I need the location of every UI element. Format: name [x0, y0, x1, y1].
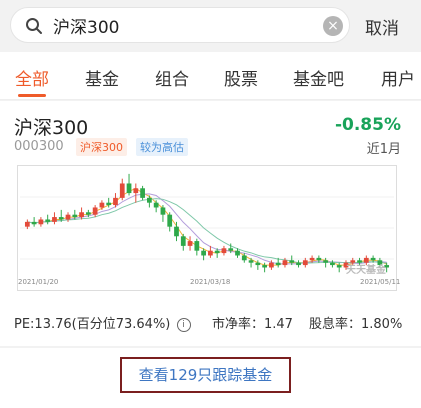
candle-body — [201, 250, 206, 256]
candle-body — [221, 248, 227, 254]
candle-body — [180, 236, 186, 246]
cancel-button[interactable]: 取消 — [365, 14, 399, 39]
candlestick-chart — [17, 165, 397, 291]
candle-body — [316, 257, 322, 261]
x-tick-start: 2021/01/20 — [18, 278, 59, 286]
candle-body — [38, 219, 44, 225]
candle-body — [208, 250, 213, 256]
x-tick-end: 2021/05/11 — [360, 278, 401, 286]
candle-body — [106, 202, 112, 206]
candle-body — [241, 255, 247, 261]
moving-average-line — [27, 187, 387, 266]
pe-stat: PE:13.76(百分位73.64%) i — [14, 313, 191, 332]
pb-stat: 市净率：1.47 — [212, 317, 293, 332]
tab-all[interactable]: 全部 — [15, 65, 49, 90]
info-icon[interactable]: i — [176, 317, 191, 332]
tab-fund-forum[interactable]: 基金吧 — [293, 65, 344, 90]
candle-body — [99, 202, 105, 208]
candle-body — [289, 260, 295, 263]
candle-body — [140, 188, 145, 198]
view-tracking-funds-link[interactable]: 查看129只跟踪基金 — [120, 357, 291, 393]
tab-users[interactable]: 用户 — [381, 65, 415, 90]
candle-body — [85, 212, 91, 215]
x-tick-mid: 2021/03/18 — [190, 278, 231, 286]
search-bar: × 取消 — [0, 0, 421, 52]
candle-body — [31, 221, 37, 225]
candle-body — [174, 226, 179, 237]
candle-body — [153, 202, 159, 208]
search-icon — [26, 18, 42, 34]
candle-body — [336, 265, 342, 268]
candle-body — [72, 214, 78, 218]
candle-body — [65, 214, 71, 220]
candle-body — [92, 207, 98, 215]
candle-body — [275, 262, 281, 266]
candle-body — [160, 207, 166, 215]
search-box[interactable]: × — [10, 7, 350, 43]
tab-funds[interactable]: 基金 — [85, 65, 119, 90]
candle-body — [133, 188, 139, 194]
dividend-stat: 股息率：1.80% — [309, 317, 403, 332]
candle-body — [296, 262, 301, 266]
watermark-logo: 天天基金 — [346, 265, 386, 276]
candle-body — [58, 217, 64, 220]
candle-body — [269, 262, 274, 268]
candle-body — [52, 217, 57, 222]
active-tab-indicator — [18, 94, 46, 97]
candle-body — [113, 197, 118, 206]
candle-body — [187, 241, 193, 246]
candle-body — [309, 257, 315, 261]
pe-value: PE:13.76(百分位73.64%) — [14, 317, 171, 332]
tab-bar: 全部 基金 组合 股票 基金吧 用户 — [0, 52, 421, 100]
candle-body — [255, 262, 261, 266]
candle-body — [79, 212, 84, 218]
candle-body — [24, 221, 30, 227]
candle-body — [248, 260, 254, 263]
candle-body — [228, 248, 234, 251]
candle-body — [282, 260, 288, 266]
candle-body — [262, 265, 267, 268]
tab-stocks[interactable]: 股票 — [224, 65, 258, 90]
tab-portfolio[interactable]: 组合 — [155, 65, 189, 90]
index-name: 沪深300 — [14, 117, 89, 139]
candle-body — [323, 260, 329, 263]
moving-average-line — [27, 193, 387, 265]
index-card[interactable]: 沪深300 -0.85% 000300 沪深300 较为高估 近1月 2021/… — [0, 101, 421, 346]
candle-body — [330, 262, 335, 266]
candle-body — [194, 241, 200, 251]
valuation-tag: 较为高估 — [136, 138, 188, 156]
clear-icon[interactable]: × — [323, 16, 343, 36]
candle-body — [302, 260, 308, 266]
footer: 查看129只跟踪基金 — [0, 348, 421, 408]
candle-body — [235, 250, 240, 256]
candle-body — [214, 250, 220, 254]
candle-body — [167, 214, 173, 227]
candle-body — [45, 219, 51, 222]
index-code: 000300 — [14, 139, 64, 154]
change-percent: -0.85% — [334, 115, 401, 135]
candle-body — [147, 197, 152, 203]
period-label: 近1月 — [366, 142, 401, 157]
candle-body — [370, 257, 376, 261]
index-tag: 沪深300 — [76, 138, 127, 156]
candle-body — [126, 183, 132, 194]
candle-body — [119, 183, 125, 198]
search-input[interactable] — [53, 15, 293, 35]
